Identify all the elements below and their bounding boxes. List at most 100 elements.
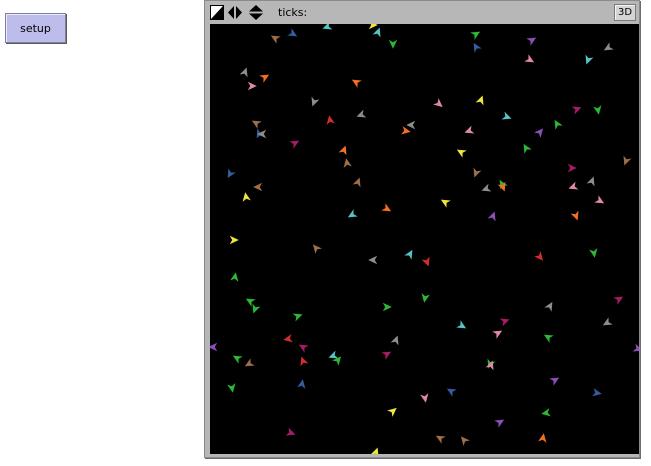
turtle (356, 109, 367, 118)
view-window: ticks: 3D (204, 0, 640, 458)
turtle (501, 111, 512, 120)
turtle (586, 176, 595, 187)
turtle (351, 79, 362, 88)
turtle (456, 320, 467, 329)
turtle (300, 356, 309, 367)
turtle (372, 27, 381, 38)
turtle (473, 42, 482, 53)
turtle (298, 344, 309, 353)
turtle (473, 167, 482, 178)
turtle (456, 149, 467, 158)
turtle (435, 435, 446, 444)
turtle (554, 119, 563, 130)
turtle (494, 419, 505, 428)
turtle (401, 126, 411, 135)
turtle (251, 120, 262, 129)
turtle (568, 181, 579, 190)
turtle (594, 195, 605, 204)
turtle (585, 54, 594, 65)
turtle (382, 302, 392, 312)
turtle (210, 342, 218, 352)
turtle (297, 379, 306, 389)
turtle (589, 248, 598, 258)
turtle (543, 334, 554, 343)
turtle (368, 255, 378, 265)
turtle (602, 317, 613, 326)
turtle (227, 383, 236, 393)
turtle (538, 433, 547, 443)
turtle (475, 95, 484, 106)
turtle (253, 182, 263, 192)
turtle (247, 81, 257, 91)
turtle (322, 24, 333, 30)
turtle (534, 128, 544, 138)
turtle (464, 125, 475, 134)
3d-view-label: 3D (617, 7, 633, 18)
turtle (603, 42, 614, 51)
3d-view-button[interactable]: 3D (614, 4, 636, 21)
turtle (421, 293, 430, 303)
turtle (492, 330, 503, 339)
turtle (343, 158, 352, 168)
turtle (406, 120, 416, 130)
turtle (242, 192, 251, 202)
turtle (593, 105, 602, 115)
setup-button[interactable]: setup (5, 13, 66, 43)
turtle (283, 334, 293, 343)
turtle (420, 393, 429, 403)
turtle (481, 183, 492, 192)
turtle (523, 143, 532, 154)
turtle (326, 115, 335, 125)
turtle (446, 388, 457, 397)
turtle (421, 256, 430, 267)
turtle (485, 360, 494, 371)
turtle (229, 235, 239, 245)
turtle (370, 447, 379, 454)
world-view[interactable] (210, 24, 639, 454)
ticks-label: ticks: (278, 6, 308, 19)
turtle (311, 96, 320, 107)
turtle (440, 199, 451, 208)
turtle (549, 377, 560, 386)
turtle (387, 407, 397, 417)
turtle (239, 67, 248, 78)
turtle (381, 203, 392, 212)
turtle (592, 388, 602, 397)
turtle (487, 211, 496, 222)
turtle (613, 296, 624, 305)
turtle (338, 145, 347, 156)
halo-icon[interactable] (210, 5, 224, 20)
turtle (270, 35, 281, 44)
turtle (499, 318, 510, 327)
turtle (571, 106, 582, 115)
turtle (632, 343, 639, 352)
turtle (312, 244, 322, 254)
turtle (567, 163, 577, 173)
turtle (289, 140, 300, 149)
turtle (524, 54, 535, 63)
vertical-arrows-icon[interactable] (248, 5, 263, 20)
turtle (287, 28, 298, 37)
turtle (570, 210, 579, 221)
turtle (433, 98, 443, 108)
turtle (390, 335, 399, 346)
turtle (534, 251, 544, 261)
turtle (230, 272, 239, 282)
turtle (244, 358, 255, 367)
turtle (404, 249, 413, 260)
turtle-canvas (210, 24, 639, 454)
turtle (347, 209, 358, 218)
turtle (470, 31, 481, 40)
turtle (245, 298, 256, 307)
turtle (292, 313, 303, 322)
turtle (285, 427, 296, 436)
turtle (388, 39, 398, 49)
turtle (232, 355, 243, 364)
turtle (368, 24, 378, 30)
turtle (460, 436, 470, 446)
view-toolbar: ticks: 3D (207, 2, 638, 23)
turtle (541, 408, 551, 417)
turtle (381, 351, 392, 360)
horizontal-arrows-icon[interactable] (227, 5, 242, 20)
turtle (623, 155, 632, 166)
